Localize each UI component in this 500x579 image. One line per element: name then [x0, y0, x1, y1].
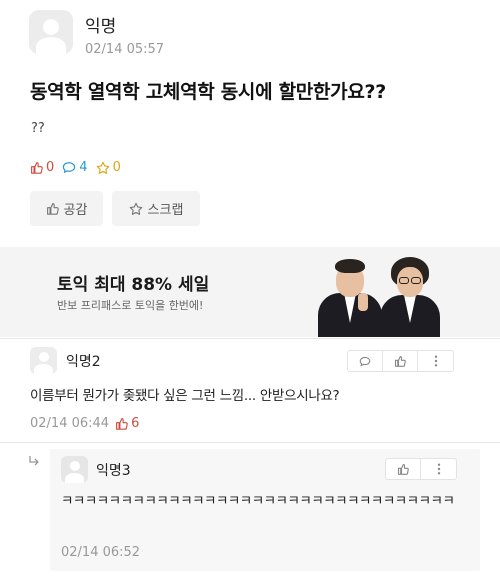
post-body: ?? [31, 121, 45, 136]
more-vertical-icon [437, 463, 440, 475]
post-timestamp: 02/14 05:57 [85, 42, 165, 57]
speech-bubble-icon [63, 162, 76, 173]
comment-like-count: 6 [115, 416, 139, 431]
thumbs-up-icon [31, 162, 43, 174]
reply-text: ㅋㅋㅋㅋㅋㅋㅋㅋㅋㅋㅋㅋㅋㅋㅋㅋㅋㅋㅋㅋㅋㅋㅋㅋㅋㅋㅋㅋㅋㅋㅋㅋㅋ [61, 493, 455, 509]
more-options-button[interactable] [418, 351, 453, 371]
empathy-button[interactable]: 공감 [30, 191, 103, 226]
empathy-button-label: 공감 [63, 203, 88, 218]
star-icon [96, 161, 109, 174]
comment-count: 4 [62, 160, 88, 175]
comment-count-value: 4 [79, 160, 88, 175]
comment-meta: 02/14 06:44 6 [30, 416, 139, 431]
thumbs-up-icon [397, 463, 409, 475]
reply-button[interactable] [348, 351, 383, 371]
ad-instructor-right [380, 255, 440, 337]
post-stats: 0 4 0 [30, 160, 121, 175]
divider [0, 338, 500, 339]
reply-timestamp: 02/14 06:52 [61, 545, 141, 560]
thumbs-up-icon [116, 418, 128, 430]
more-vertical-icon [434, 355, 437, 367]
author-avatar [29, 10, 73, 54]
comment-like-value: 6 [131, 416, 140, 431]
post-title: 동역학 열역학 고체역학 동시에 할만한가요?? [30, 81, 386, 103]
like-count: 0 [30, 160, 54, 175]
comment-text: 이름부터 뭔가가 좆됐다 싶은 그런 느낌... 안받으시나요? [30, 388, 340, 404]
reply-actions [385, 458, 457, 480]
comment-avatar [30, 347, 57, 374]
star-icon [129, 202, 142, 215]
ad-instructor-left [318, 255, 382, 337]
speech-bubble-icon [359, 356, 371, 367]
ad-subtitle: 반보 프리패스로 토익을 한번에! [57, 299, 204, 312]
thumbs-up-icon [394, 355, 406, 367]
like-reply-button[interactable] [386, 459, 421, 479]
scrap-button-label: 스크랩 [147, 203, 184, 218]
like-comment-button[interactable] [383, 351, 418, 371]
divider [0, 442, 500, 443]
more-options-button[interactable] [421, 459, 456, 479]
comment-actions [347, 350, 454, 372]
like-count-value: 0 [46, 160, 55, 175]
post-author: 익명 [85, 17, 117, 37]
comment-author: 익명2 [66, 354, 101, 370]
scrap-button[interactable]: 스크랩 [112, 191, 200, 226]
scrap-count: 0 [96, 160, 121, 175]
ad-title: 토익 최대 88% 세일 [57, 275, 210, 295]
comment-timestamp: 02/14 06:44 [30, 416, 110, 431]
reply-author: 익명3 [96, 463, 131, 479]
reply-arrow-icon [28, 455, 40, 471]
ad-banner[interactable]: 토익 최대 88% 세일 반보 프리패스로 토익을 한번에! [0, 247, 500, 337]
reply-avatar [61, 456, 88, 483]
thumbs-up-icon [46, 203, 59, 215]
scrap-count-value: 0 [112, 160, 121, 175]
